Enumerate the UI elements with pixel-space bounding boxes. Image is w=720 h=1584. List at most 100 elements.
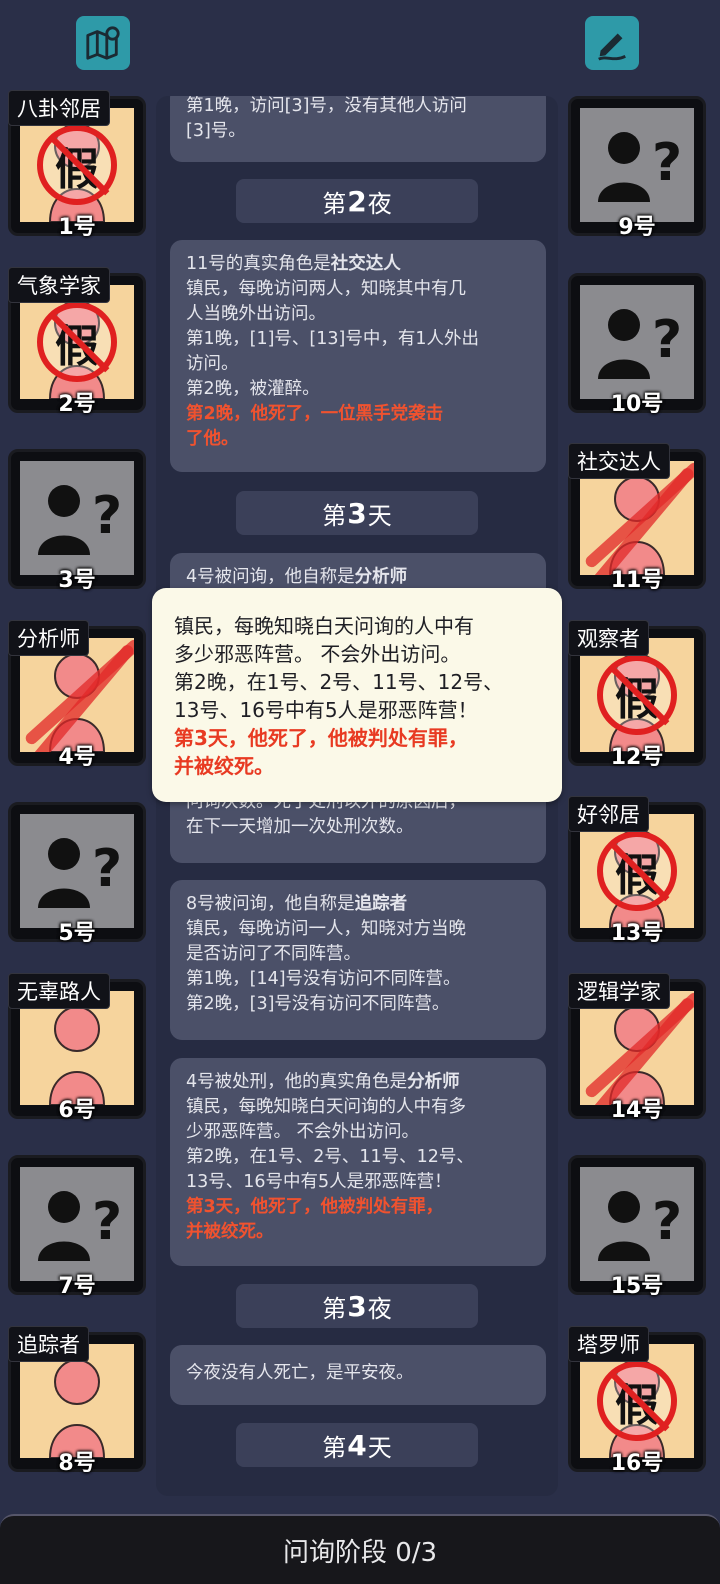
player-number: 11号 <box>610 568 664 593</box>
player-number: 5号 <box>58 921 96 946</box>
tooltip-line: 第2晚，在1号、2号、11号、12号、 <box>174 670 504 694</box>
role-tag: 分析师 <box>8 619 89 656</box>
player-number: 4号 <box>58 744 96 770</box>
map-button[interactable] <box>76 16 130 70</box>
notes-pen-icon <box>598 33 626 61</box>
phase-header-night-3: 第3夜 <box>236 1284 478 1328</box>
tooltip-line: 13号、16号中有5人是邪恶阵营！ <box>174 698 478 722</box>
fake-claim-stamp-icon: 假 <box>37 125 117 205</box>
unknown-player-icon: ? <box>598 1191 682 1261</box>
player-number: 15号 <box>610 1274 664 1299</box>
log-message: 8号被问询，他自称是追踪者 镇民，每晚访问一人，知晓对方当晚 是否访问了不同阵营… <box>170 880 546 1040</box>
player-card[interactable]: ? 15号 <box>568 1155 706 1299</box>
player-number: 10号 <box>610 391 664 417</box>
log-line: 人当晚外出访问。 <box>186 304 326 324</box>
player-number: 12号 <box>610 744 664 770</box>
role-tag: 社交达人 <box>568 443 670 479</box>
log-line: 第1晚，[14]号没有访问不同阵营。 <box>186 969 461 989</box>
log-line: 镇民，每晚知晓白天问询的人中有多 <box>186 1097 466 1117</box>
log-line: 在下一天增加一次处刑次数。 <box>186 817 414 837</box>
phase-status-label: 问询阶段 0/3 <box>282 1537 438 1568</box>
phase-status-bar: 问询阶段 0/3 <box>0 1514 720 1584</box>
log-line: 少邪恶阵营。 不会外出访问。 <box>186 1122 420 1142</box>
fake-stamp-text: 假 <box>55 320 99 372</box>
role-tooltip: 镇民，每晚知晓白天问询的人中有 多少邪恶阵营。 不会外出访问。 第2晚，在1号、… <box>152 588 562 802</box>
player-card[interactable]: ? 9号 <box>568 96 706 240</box>
log-line: 访问。 <box>186 354 239 374</box>
fake-claim-stamp-icon: 假 <box>37 301 117 382</box>
unknown-player-icon: ? <box>38 485 122 555</box>
log-line: 第1晚，[1]号、[13]号中，有1人外出 <box>186 329 479 349</box>
role-tag: 八卦邻居 <box>8 90 110 126</box>
player-card[interactable]: ? 5号 <box>8 802 146 946</box>
log-line: 第2晚，在1号、2号、11号、12号、 <box>186 1147 474 1167</box>
player-number: 9号 <box>618 215 656 240</box>
player-portrait: ? <box>20 1167 134 1281</box>
svg-text:?: ? <box>92 1192 122 1252</box>
log-line: 第2晚，[3]号没有访问不同阵营。 <box>186 994 450 1014</box>
tooltip-line: 多少邪恶阵营。 不会外出访问。 <box>174 642 461 666</box>
tooltip-death-notice: 并被绞死。 <box>174 754 274 778</box>
phase-header-day-3: 第3天 <box>236 491 478 535</box>
player-portrait: ? <box>580 108 694 222</box>
role-tag: 观察者 <box>568 619 649 656</box>
player-number: 13号 <box>610 921 664 946</box>
fake-stamp-text: 假 <box>55 144 99 195</box>
map-icon <box>86 26 120 60</box>
svg-text:?: ? <box>652 1192 682 1252</box>
log-line: 今夜没有人死亡，是平安夜。 <box>186 1363 414 1383</box>
log-line: 镇民，每晚访问两人，知晓其中有几 <box>186 279 466 299</box>
svg-text:?: ? <box>92 839 122 899</box>
svg-text:?: ? <box>652 310 682 370</box>
unknown-player-icon: ? <box>38 1191 122 1261</box>
role-tag: 逻辑学家 <box>568 972 670 1009</box>
death-notice: 第2晚，他死了，一位黑手党袭击 <box>186 404 444 424</box>
death-notice: 了他。 <box>186 429 239 449</box>
player-number: 1号 <box>58 215 96 240</box>
player-card[interactable]: ? 3号 <box>8 449 146 593</box>
log-line: 是否访问了不同阵营。 <box>186 944 361 964</box>
player-card[interactable]: ? 7号 <box>8 1155 146 1299</box>
tooltip-line: 镇民，每晚知晓白天问询的人中有 <box>174 614 474 638</box>
log-message: 第1晚，访问[3]号，没有其他人访问 [3]号。 <box>170 96 546 162</box>
player-number: 16号 <box>610 1450 664 1476</box>
role-tag: 追踪者 <box>8 1325 89 1362</box>
log-line: 第2晚，被灌醉。 <box>186 379 320 399</box>
player-portrait: ? <box>580 1167 694 1281</box>
fake-claim-stamp-icon: 假 <box>597 1360 677 1441</box>
unknown-player-icon: ? <box>598 132 682 202</box>
log-line: 13号、16号中有5人是邪恶阵营！ <box>186 1172 452 1192</box>
log-line: 4号被处刑，他的真实角色是分析师 <box>186 1072 460 1092</box>
phase-header-night-2: 第2夜 <box>236 179 478 223</box>
log-message: 11号的真实角色是社交达人 镇民，每晚访问两人，知晓其中有几 人当晚外出访问。 … <box>170 240 546 472</box>
fake-claim-stamp-icon: 假 <box>597 831 677 911</box>
fake-claim-stamp-icon: 假 <box>597 654 677 735</box>
log-message: 今夜没有人死亡，是平安夜。 <box>170 1345 546 1405</box>
player-portrait: ? <box>20 814 134 928</box>
fake-stamp-text: 假 <box>615 850 659 901</box>
tooltip-death-notice: 第3天，他死了，他被判处有罪， <box>174 726 468 750</box>
player-portrait: ? <box>20 461 134 575</box>
log-message: 4号被处刑，他的真实角色是分析师 镇民，每晚知晓白天问询的人中有多 少邪恶阵营。… <box>170 1058 546 1266</box>
player-number: 2号 <box>58 391 96 417</box>
fake-stamp-text: 假 <box>615 673 659 725</box>
log-line: 11号的真实角色是社交达人 <box>186 254 401 274</box>
log-line: 镇民，每晚访问一人，知晓对方当晚 <box>186 919 466 939</box>
player-portrait: ? <box>580 284 694 399</box>
notes-button[interactable] <box>585 16 639 70</box>
player-card[interactable]: ? 10号 <box>568 272 706 417</box>
log-line: 4号被问询，他自称是分析师 <box>186 567 408 587</box>
svg-text:?: ? <box>92 486 122 546</box>
role-tag: 好邻居 <box>568 796 649 832</box>
log-line: [3]号。 <box>186 121 246 141</box>
log-line: 8号被问询，他自称是追踪者 <box>186 894 408 914</box>
unknown-player-icon: ? <box>38 838 122 908</box>
death-notice: 并被绞死。 <box>186 1222 274 1242</box>
phase-header-day-4: 第4天 <box>236 1423 478 1467</box>
player-number: 6号 <box>58 1097 96 1123</box>
player-number: 7号 <box>58 1274 96 1299</box>
player-number: 3号 <box>58 568 96 593</box>
svg-text:?: ? <box>652 133 682 193</box>
player-number: 8号 <box>58 1450 96 1476</box>
log-line: 第1晚，访问[3]号，没有其他人访问 <box>186 96 467 116</box>
